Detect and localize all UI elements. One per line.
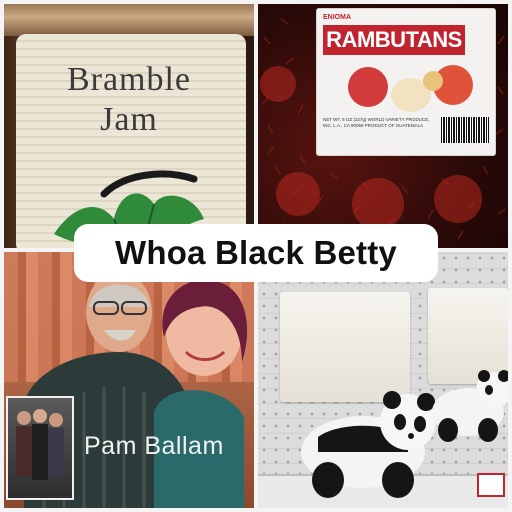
jam-label-text: Bramble Jam bbox=[4, 60, 254, 140]
rambutan-fruit-icon bbox=[348, 65, 473, 112]
couple-photo: Pam Ballam bbox=[4, 252, 254, 508]
rambutans-title: RAMBUTANS bbox=[323, 25, 465, 55]
rambutans-package: ENIOMA RAMBUTANS NET WT. 8 OZ (227g) WOR… bbox=[316, 8, 496, 156]
panda-lamps-photo bbox=[258, 252, 508, 508]
inset-people bbox=[16, 409, 64, 480]
jar-lid bbox=[4, 4, 254, 36]
panda-lamp-icon bbox=[301, 370, 508, 498]
jam-jar-photo: Bramble Jam bbox=[4, 4, 254, 248]
name-overlay: Pam Ballam bbox=[84, 432, 224, 460]
brand-label: ENIOMA bbox=[323, 14, 351, 21]
barcode-icon bbox=[441, 117, 489, 143]
caption-banner: Whoa Black Betty bbox=[74, 224, 438, 282]
collage: Bramble Jam ENIOMA RAMBUTANS NET WT. 8 O… bbox=[0, 0, 512, 512]
rambutans-photo: ENIOMA RAMBUTANS NET WT. 8 OZ (227g) WOR… bbox=[258, 4, 508, 248]
jam-title-line1: Bramble bbox=[66, 61, 192, 98]
jam-title-line2: Jam bbox=[100, 101, 158, 138]
package-fine-print: NET WT. 8 OZ (227g) WORLD VARIETY PRODUC… bbox=[323, 117, 430, 128]
inset-photo bbox=[6, 396, 74, 500]
